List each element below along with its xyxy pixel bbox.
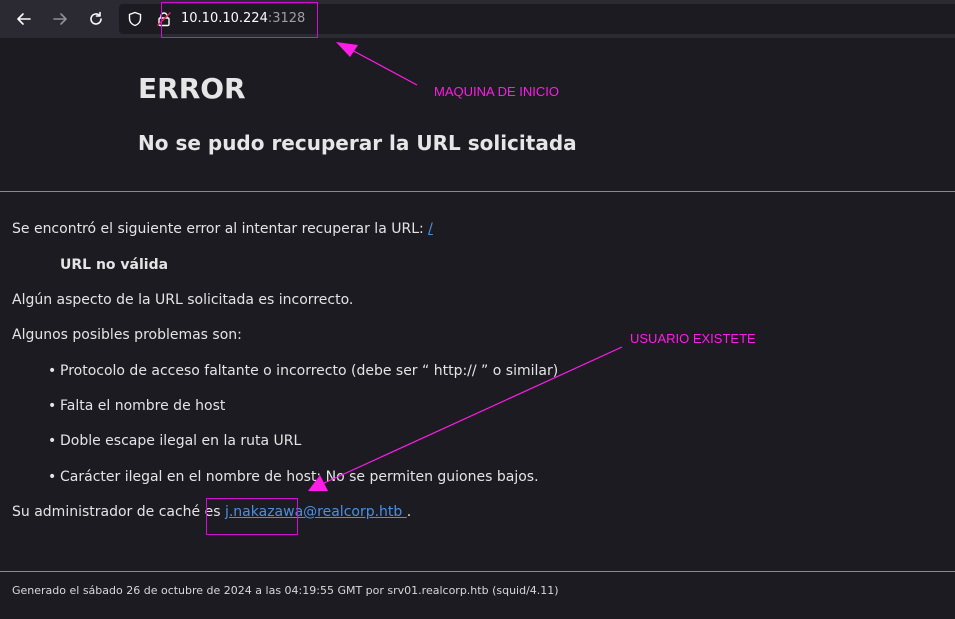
- machine-arrow: [336, 42, 418, 86]
- annotation-arrows: [308, 42, 623, 491]
- user-arrow: [308, 346, 623, 491]
